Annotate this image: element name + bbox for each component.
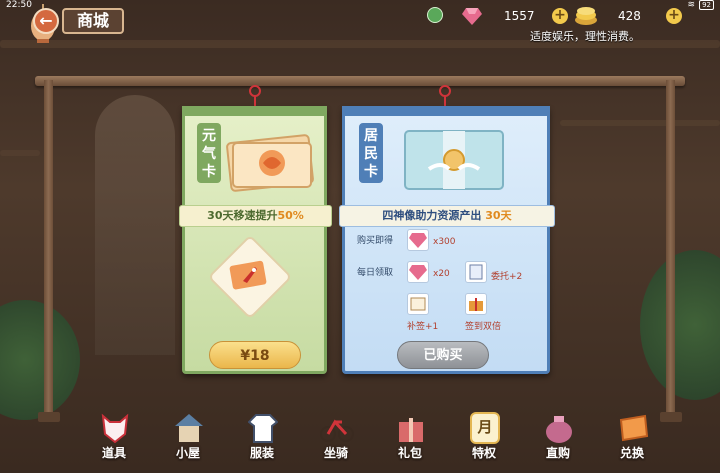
buy-vitality-button[interactable]: ¥18 [209, 341, 301, 369]
money-bag-icon [546, 416, 572, 443]
daily-double: 签到双倍 [465, 322, 502, 332]
purchased-button[interactable]: 已购买 [397, 341, 489, 369]
event-icon[interactable] [427, 7, 443, 23]
back-button[interactable]: ← [33, 8, 59, 34]
fox-mask-icon [101, 413, 129, 444]
title-char: 卡 [202, 164, 216, 180]
benefit-text: 四神像助力资源产出 [382, 209, 486, 222]
card-top-bar [342, 106, 550, 116]
gem-count: 1557 [504, 9, 535, 23]
nav-tab-gift-pack[interactable]: 礼包 [380, 410, 440, 470]
battery-icon: 92 [699, 0, 714, 10]
background-plant [640, 250, 720, 400]
background-shelf [0, 150, 40, 156]
nav-label: 小屋 [175, 446, 200, 460]
benefit-text: 30天移速提升 [207, 209, 278, 222]
gift-icon [399, 418, 423, 442]
status-time: 22:50 [6, 0, 32, 10]
card-top-bar [182, 106, 327, 116]
title-char: 居 [364, 128, 378, 144]
title-char: 卡 [364, 164, 378, 180]
nav-tab-direct-buy[interactable]: 直购 [528, 410, 588, 470]
wooden-post-left [44, 80, 53, 420]
nav-tab-mount[interactable]: 坐骑 [306, 410, 366, 470]
coin-stack-icon [575, 7, 597, 25]
nav-label: 特权 [471, 446, 496, 460]
title-char: 元 [202, 128, 216, 144]
vitality-card-title: 元 气 卡 [197, 123, 221, 183]
rocket-card-icon [229, 260, 267, 290]
makeup-ticket-icon [407, 293, 429, 315]
resident-card-art [404, 130, 504, 190]
buy-reward-label: 购买即得 [357, 236, 394, 246]
nav-label: 坐骑 [323, 446, 348, 460]
gem-icon [462, 8, 482, 25]
shirt-icon [248, 414, 278, 443]
daily-gem-qty: x20 [433, 269, 450, 279]
title-char: 民 [364, 146, 378, 162]
status-icons: ≋ 92 [688, 0, 714, 10]
gem-reward-icon [407, 229, 429, 251]
nav-tab-exchange[interactable]: 兑换 [602, 410, 662, 470]
gem-daily-icon [407, 261, 429, 283]
benefit-highlight: 50% [277, 209, 304, 222]
resident-benefit-banner: 四神像助力资源产出 30天 [339, 205, 555, 227]
nav-tab-privilege[interactable]: 月 特权 [454, 410, 514, 470]
nav-label: 兑换 [619, 446, 644, 460]
background-window [95, 95, 175, 355]
vitality-benefit-banner: 30天移速提升50% [179, 205, 332, 227]
vitality-card[interactable]: 元 气 卡 30天移速提升50% ¥18 [179, 106, 332, 374]
moderation-notice: 适度娱乐，理性消费。 [530, 30, 640, 43]
coin-currency: 428 + [574, 6, 686, 26]
knot-ornament-icon [249, 85, 261, 106]
resident-card[interactable]: 居 民 卡 四神像助力资源产出 30天 购买即得 x300 每日领取 x20 委… [339, 106, 555, 374]
coin-count: 428 [618, 9, 641, 23]
nav-label: 服装 [249, 446, 274, 460]
nav-tab-cottage[interactable]: 小屋 [158, 410, 218, 470]
gift-box-icon [465, 293, 487, 315]
gem-currency: 1557 + [462, 6, 572, 26]
daily-reward-label: 每日领取 [357, 268, 394, 278]
knot-ornament-icon [439, 85, 451, 106]
calendar-icon: 月 [470, 412, 500, 444]
buy-reward-qty: x300 [433, 237, 456, 247]
daily-commission: 委托+2 [491, 272, 523, 282]
nav-label: 道具 [101, 446, 126, 460]
commission-scroll-icon [465, 261, 487, 283]
vitality-card-art [226, 134, 314, 192]
background-shelf [560, 120, 720, 126]
title-char: 气 [202, 146, 216, 162]
nav-label: 直购 [545, 446, 570, 460]
add-coins-button[interactable]: + [666, 8, 682, 24]
benefit-highlight: 30天 [485, 209, 512, 222]
wooden-rail [35, 76, 685, 86]
bottom-nav: 道具 小屋 服装 坐骑 礼包 月 特权 直购 兑换 [40, 410, 720, 473]
nav-tab-props[interactable]: 道具 [84, 410, 144, 470]
ticket-icon [619, 414, 648, 442]
page-title: 商城 [62, 8, 124, 34]
nav-label: 礼包 [397, 446, 422, 460]
background-plant [0, 300, 80, 420]
add-gems-button[interactable]: + [552, 8, 568, 24]
daily-makeup: 补签+1 [407, 322, 439, 332]
house-icon [175, 414, 203, 442]
nav-tab-clothing[interactable]: 服装 [232, 410, 292, 470]
wooden-post-right [666, 80, 675, 420]
bicycle-icon [320, 419, 354, 442]
resident-card-title: 居 民 卡 [359, 123, 383, 183]
wifi-icon: ≋ [687, 0, 696, 10]
